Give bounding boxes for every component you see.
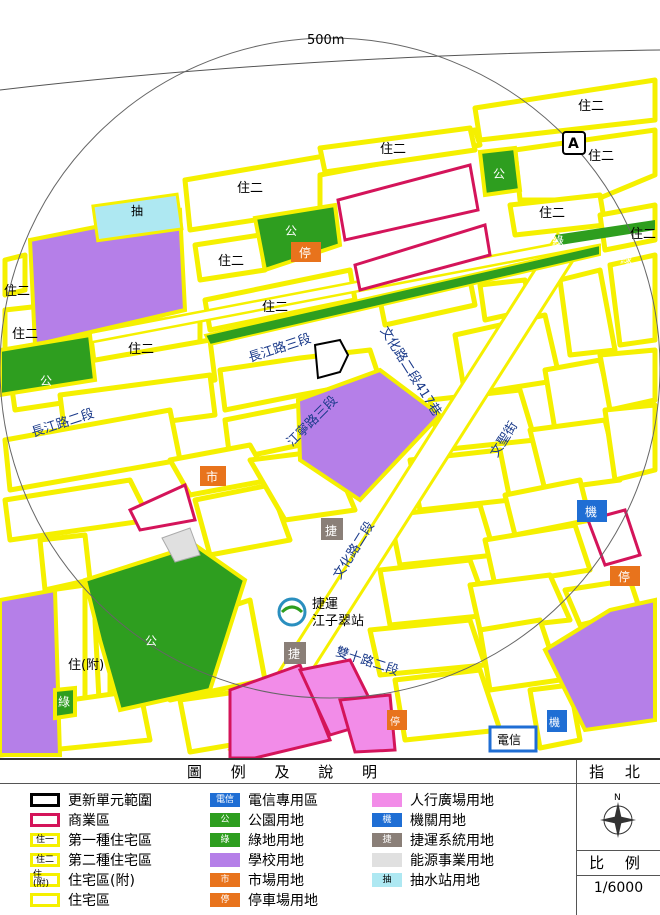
- zone-label: 住二: [4, 284, 30, 299]
- legend-title: 圖 例 及 說 明: [0, 760, 577, 784]
- legend-item: 學校用地: [210, 850, 304, 870]
- compass-icon: N: [600, 793, 636, 838]
- legend-swatch: 電信: [210, 793, 240, 807]
- zone-label: 住(附): [68, 658, 104, 673]
- legend-swatch: [30, 793, 60, 807]
- park-label: 公: [145, 634, 157, 648]
- legend-label: 更新單元範圍: [68, 793, 152, 809]
- zone-label: 住二: [539, 206, 565, 221]
- zone-label: 住二: [262, 300, 288, 315]
- park-label: 公: [538, 269, 550, 283]
- station-label-1: 捷運: [312, 597, 338, 612]
- zone-label: 住二: [380, 142, 406, 157]
- legend-item: 公公園用地: [210, 810, 304, 830]
- legend-side: N 比 例 1/6000: [577, 784, 660, 915]
- legend-label: 第一種住宅區: [68, 833, 152, 849]
- agency-label: 機: [549, 715, 560, 729]
- legend-item: 抽抽水站用地: [372, 870, 480, 890]
- legend-label: 能源事業用地: [410, 853, 494, 869]
- scale-title: 比 例: [577, 850, 660, 876]
- legend-label: 住宅區(附): [68, 873, 135, 889]
- north-letter: N: [614, 793, 621, 803]
- legend-label: 機關用地: [410, 813, 466, 829]
- legend-swatch: 住二: [30, 853, 60, 867]
- legend-swatch: 停: [210, 893, 240, 907]
- zone-label: 住二: [630, 227, 656, 242]
- legend-label: 公園用地: [248, 813, 304, 829]
- zone-label: 住二: [128, 342, 154, 357]
- legend-item: 商業區: [30, 810, 110, 830]
- park-label: 公: [493, 167, 505, 181]
- park-label: 公: [40, 374, 52, 388]
- legend-swatch: 綠: [210, 833, 240, 847]
- legend-swatch: 住一: [30, 833, 60, 847]
- legend-label: 綠地用地: [248, 833, 304, 849]
- legend-swatch: 抽: [372, 873, 402, 887]
- north-title: 指 北: [577, 760, 660, 784]
- legend-swatch: [30, 813, 60, 827]
- station-label-2: 江子翠站: [312, 614, 364, 629]
- radius-label: 500m: [307, 33, 344, 48]
- legend-swatch: 住(附): [30, 871, 60, 889]
- zone-label: 住二: [237, 181, 263, 196]
- legend-item: 住二 第二種住宅區: [30, 850, 152, 870]
- green-label: 綠: [620, 252, 632, 266]
- parking-label: 停: [390, 715, 400, 728]
- pump-label: 抽: [131, 204, 143, 218]
- legend-label: 學校用地: [248, 853, 304, 869]
- legend-item: 機機關用地: [372, 810, 466, 830]
- legend-label: 人行廣場用地: [410, 793, 494, 809]
- park-label: 公: [285, 224, 297, 238]
- legend-label: 抽水站用地: [410, 873, 480, 889]
- legend-label: 停車場用地: [248, 893, 318, 909]
- legend-swatch: 市: [210, 873, 240, 887]
- parking-label: 停: [618, 569, 630, 584]
- legend-label: 住宅區: [68, 893, 110, 909]
- legend-item: 住宅區: [30, 890, 110, 910]
- zoning-map: 500m 住二 住二 住二 住二 住二 住二 住二 住二 住二 住二 住二 住(…: [0, 0, 660, 758]
- legend-item: 捷捷運系統用地: [372, 830, 494, 850]
- zone-label: 住二: [588, 149, 614, 164]
- legend-item: 綠綠地用地: [210, 830, 304, 850]
- legend-items: 更新單元範圍 商業區 住一 第一種住宅區 住二 第二種住宅區 住(附) 住宅區(附) 住宅區 電信…: [0, 784, 577, 915]
- legend-item: 住(附) 住宅區(附): [30, 870, 135, 890]
- legend-label: 商業區: [68, 813, 110, 829]
- scale-value: 1/6000: [593, 880, 644, 896]
- legend-item: 住一 第一種住宅區: [30, 830, 152, 850]
- telecom-label: 電信: [497, 733, 521, 747]
- mrt-label: 捷: [325, 524, 337, 538]
- legend-item: 人行廣場用地: [372, 790, 494, 810]
- legend-item: 停停車場用地: [210, 890, 318, 910]
- market-label: 市: [206, 469, 218, 484]
- legend-swatch: 機: [372, 813, 402, 827]
- legend-swatch: [372, 853, 402, 867]
- legend-swatch: 捷: [372, 833, 402, 847]
- zone-label: 住二: [12, 327, 38, 342]
- legend-swatch: [30, 893, 60, 907]
- legend-label: 捷運系統用地: [410, 833, 494, 849]
- legend-label: 電信專用區: [248, 793, 318, 809]
- mrt-label: 捷: [288, 647, 300, 661]
- legend-swatch: [210, 853, 240, 867]
- parking-label: 停: [299, 245, 311, 260]
- legend-item: 市市場用地: [210, 870, 304, 890]
- zone-label: 住二: [218, 254, 244, 269]
- legend-item: 能源事業用地: [372, 850, 494, 870]
- legend-label: 第二種住宅區: [68, 853, 152, 869]
- agency-label: 機: [585, 504, 597, 519]
- legend-item: 更新單元範圍: [30, 790, 152, 810]
- legend-swatch: 公: [210, 813, 240, 827]
- zone-label: 住二: [578, 99, 604, 114]
- marker-a-label: A: [568, 136, 579, 152]
- legend-panel: 圖 例 及 說 明 指 北 更新單元範圍 商業區 住一 第一種住宅區 住二 第二種住宅區住…: [0, 758, 660, 915]
- legend-swatch: [372, 793, 402, 807]
- legend-item: 電信 電信專用區: [210, 790, 318, 810]
- legend-label: 市場用地: [248, 873, 304, 889]
- green-label: 綠: [58, 695, 70, 709]
- green-label: 綠: [552, 234, 564, 248]
